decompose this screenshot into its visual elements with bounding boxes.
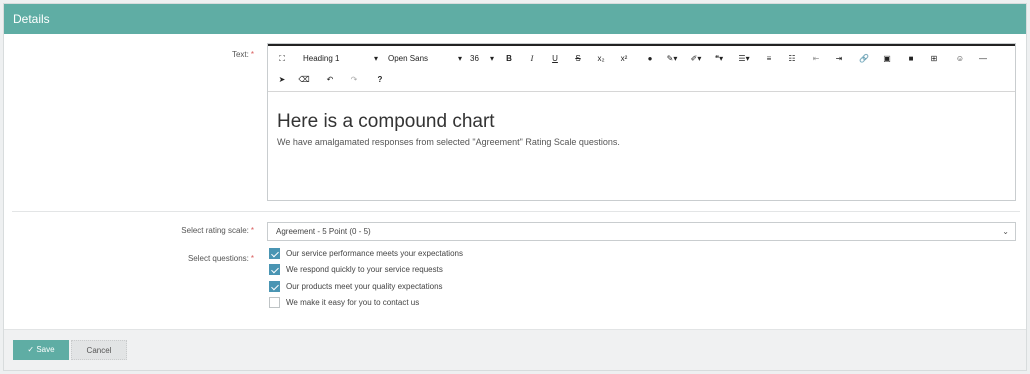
panel-title: Details — [13, 12, 50, 26]
chevron-down-icon: ⌄ — [1002, 227, 1009, 236]
question-label: Our products meet your quality expectati… — [286, 282, 443, 291]
chevron-down-icon[interactable]: ▾ — [374, 54, 378, 63]
toolbar-top-border — [268, 44, 1015, 46]
strikethrough-button[interactable]: S — [572, 54, 584, 63]
question-checkbox[interactable] — [269, 264, 280, 275]
italic-button[interactable]: I — [526, 54, 538, 63]
horizontal-line-icon[interactable]: — — [977, 54, 989, 63]
image-icon[interactable]: ▣ — [881, 54, 893, 63]
font-family-dropdown[interactable]: Open Sans — [388, 54, 428, 63]
table-icon[interactable]: ⊞ — [928, 54, 940, 63]
paragraph-format-value: Heading 1 — [303, 54, 340, 63]
underline-button[interactable]: U — [549, 54, 561, 63]
question-checkbox[interactable] — [269, 297, 280, 308]
rich-text-editor[interactable]: ⛶ Heading 1 ▾ Open Sans ▾ 36 ▾ B I U S x… — [267, 43, 1016, 201]
outdent-icon[interactable]: ⇤ — [810, 54, 822, 63]
help-button[interactable]: ? — [374, 75, 386, 84]
text-color-icon[interactable]: ● — [644, 54, 656, 63]
question-checkbox[interactable] — [269, 248, 280, 259]
font-family-value: Open Sans — [388, 54, 429, 63]
cancel-button[interactable]: Cancel — [71, 340, 127, 360]
cancel-button-label: Cancel — [86, 346, 112, 355]
save-button-label: Save — [36, 345, 55, 354]
link-icon[interactable]: 🔗 — [858, 54, 870, 63]
video-icon[interactable]: ■ — [905, 54, 917, 63]
font-size-dropdown[interactable]: 36 — [470, 54, 479, 63]
chevron-down-icon[interactable]: ▾ — [458, 54, 462, 63]
font-size-value: 36 — [470, 54, 479, 63]
indent-icon[interactable]: ⇥ — [833, 54, 845, 63]
clear-formatting-icon[interactable]: ⌫ — [298, 75, 310, 84]
form-footer: ✓ Save Cancel — [4, 329, 1026, 370]
superscript-button[interactable]: x² — [618, 54, 630, 63]
subscript-button[interactable]: x₂ — [595, 54, 607, 63]
quote-icon[interactable]: ❝▾ — [713, 54, 725, 63]
save-button[interactable]: ✓ Save — [13, 340, 69, 360]
rating-scale-value: Agreement - 5 Point (0 - 5) — [276, 227, 371, 236]
fullscreen-icon[interactable]: ⛶ — [276, 54, 288, 64]
editor-heading[interactable]: Here is a compound chart — [277, 111, 495, 133]
panel-header: Details — [4, 4, 1026, 34]
inline-style-icon[interactable]: ✐▾ — [690, 54, 702, 63]
question-label: Our service performance meets your expec… — [286, 249, 463, 258]
rating-scale-label-text: Select rating scale: — [181, 226, 249, 235]
paragraph-format-dropdown[interactable]: Heading 1 — [303, 54, 339, 63]
section-divider — [12, 211, 1020, 212]
questions-label-text: Select questions: — [187, 254, 249, 263]
unordered-list-icon[interactable]: ☷ — [786, 54, 798, 63]
rating-scale-label: Select rating scale: * — [144, 226, 254, 235]
details-panel: Details Text: * ⛶ Heading 1 ▾ Open Sans ▾… — [3, 3, 1027, 371]
required-mark: * — [250, 50, 254, 59]
undo-icon[interactable]: ↶ — [324, 75, 336, 84]
emoticon-icon[interactable]: ☺ — [954, 54, 966, 63]
redo-icon[interactable]: ↷ — [348, 75, 360, 84]
question-label: We respond quickly to your service reque… — [286, 265, 443, 274]
questions-label: Select questions: * — [144, 254, 254, 263]
rating-scale-select[interactable]: Agreement - 5 Point (0 - 5) ⌄ — [267, 222, 1016, 241]
question-label: We make it easy for you to contact us — [286, 298, 420, 307]
text-label: Text: * — [184, 50, 254, 59]
required-mark: * — [250, 226, 254, 235]
select-pointer-icon[interactable]: ➤ — [276, 75, 288, 84]
check-icon: ✓ — [27, 345, 35, 354]
align-icon[interactable]: ☰▾ — [738, 54, 750, 63]
chevron-down-icon[interactable]: ▾ — [490, 54, 494, 63]
required-mark: * — [250, 254, 254, 263]
text-label-text: Text: — [231, 50, 249, 59]
background-color-icon[interactable]: ✎▾ — [666, 54, 678, 63]
question-checkbox[interactable] — [269, 281, 280, 292]
toolbar-divider — [268, 91, 1015, 92]
ordered-list-icon[interactable]: ≡ — [763, 54, 775, 63]
editor-body-text[interactable]: We have amalgamated responses from selec… — [277, 137, 620, 147]
bold-button[interactable]: B — [503, 54, 515, 63]
